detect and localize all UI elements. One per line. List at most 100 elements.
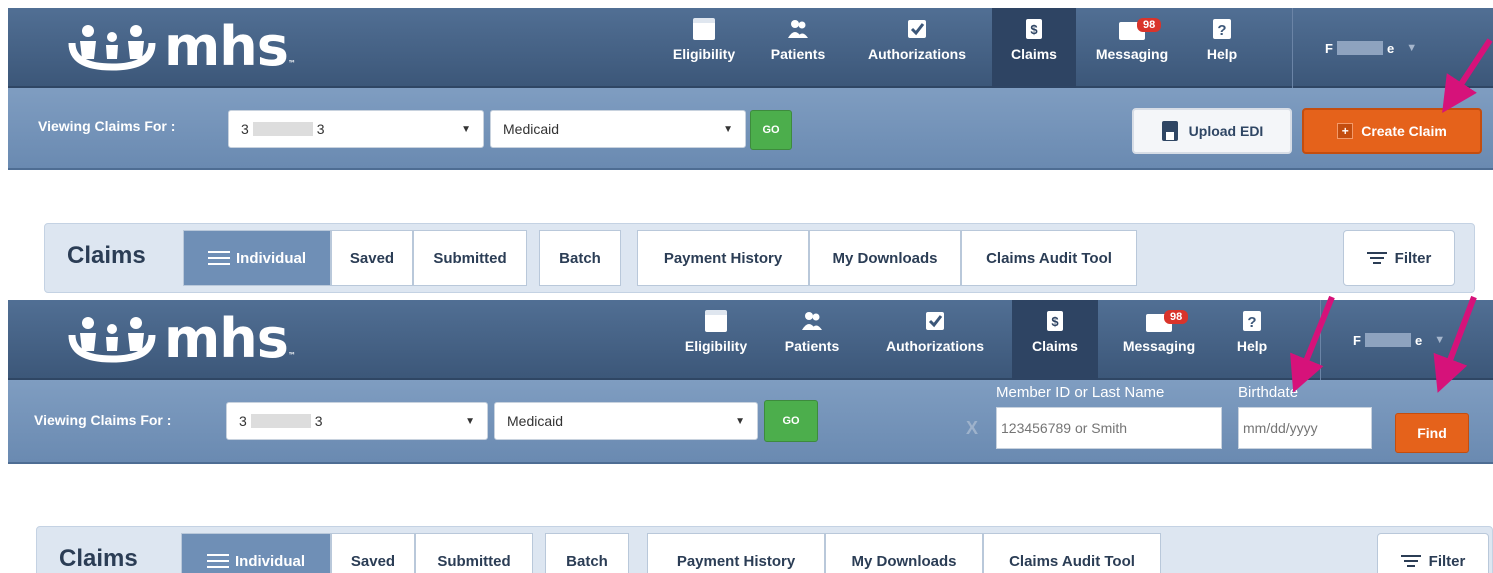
plan-select[interactable]: Medicaid ▼ <box>490 110 746 148</box>
nav-patients[interactable]: Patients <box>760 8 836 88</box>
nav-eligibility-label: Eligibility <box>684 338 748 354</box>
clear-search-button[interactable]: X <box>966 418 978 439</box>
upload-edi-button[interactable]: Upload EDI <box>1132 108 1292 154</box>
mhs-logo[interactable]: mhs ™ <box>66 312 296 366</box>
family-logo-icon <box>68 317 156 363</box>
claims-subbar: Viewing Claims For : 3 3 ▼ Medicaid ▼ GO… <box>8 380 1493 464</box>
tab-submitted[interactable]: Submitted <box>415 533 533 573</box>
calendar-icon <box>705 310 727 332</box>
nav-eligibility[interactable]: Eligibility <box>674 300 758 380</box>
plan-value: Medicaid <box>507 413 564 429</box>
viewing-claims-label: Viewing Claims For : <box>38 118 176 134</box>
tab-my-downloads[interactable]: My Downloads <box>809 230 961 286</box>
tab-individual-label: Individual <box>235 249 306 267</box>
plan-select[interactable]: Medicaid ▼ <box>494 402 758 440</box>
list-icon <box>207 251 230 265</box>
redacted-account <box>252 122 313 136</box>
find-button[interactable]: Find <box>1395 413 1469 453</box>
tab-batch[interactable]: Batch <box>539 230 621 286</box>
nav-help-label: Help <box>1206 46 1238 62</box>
user-suffix: e <box>1386 40 1395 56</box>
nav-eligibility-label: Eligibility <box>672 46 736 62</box>
nav-claims[interactable]: $ Claims <box>992 8 1076 88</box>
claims-tabs-bar: Claims Individual Saved Submitted Batch … <box>44 223 1475 293</box>
nav-help-label: Help <box>1236 338 1268 354</box>
tab-individual[interactable]: Individual <box>183 230 331 286</box>
top-navbar: mhs ™ Eligibility Patients Authorization… <box>8 8 1493 88</box>
mhs-logo[interactable]: mhs ™ <box>66 15 296 78</box>
birthdate-input[interactable] <box>1238 407 1372 449</box>
message-count-badge: 98 <box>1164 310 1189 324</box>
question-icon: ? <box>1213 19 1231 39</box>
select-arrow-icon: ▼ <box>461 123 471 135</box>
user-suffix: e <box>1414 332 1423 348</box>
claims-section-title: Claims <box>59 545 138 572</box>
provider-select[interactable]: 3 3 ▼ <box>226 402 488 440</box>
nav-claims-label: Claims <box>1032 338 1078 354</box>
envelope-icon: 98 <box>1146 310 1189 332</box>
nav-messaging-label: Messaging <box>1122 338 1196 354</box>
user-menu[interactable]: F e ▼ <box>1320 300 1493 380</box>
screenshot-panel-top: mhs ™ Eligibility Patients Authorization… <box>0 0 1493 297</box>
checkbox-icon <box>926 312 944 330</box>
create-claim-button[interactable]: + Create Claim <box>1302 108 1482 154</box>
nav-authorizations[interactable]: Authorizations <box>868 300 1002 380</box>
account-prefix: 3 <box>239 413 247 429</box>
filter-button[interactable]: Filter <box>1377 533 1489 573</box>
nav-claims[interactable]: $ Claims <box>1012 300 1098 380</box>
tab-saved[interactable]: Saved <box>331 533 415 573</box>
account-suffix: 3 <box>316 121 325 137</box>
trademark-mark: ™ <box>287 59 296 68</box>
viewing-claims-label: Viewing Claims For : <box>34 412 172 428</box>
tab-claims-audit-tool[interactable]: Claims Audit Tool <box>961 230 1137 286</box>
message-count-badge: 98 <box>1137 18 1162 32</box>
account-suffix: 3 <box>314 413 323 429</box>
nav-authorizations[interactable]: Authorizations <box>850 8 984 88</box>
select-arrow-icon: ▼ <box>723 123 733 135</box>
tab-individual[interactable]: Individual <box>181 533 331 573</box>
nav-eligibility[interactable]: Eligibility <box>662 8 746 88</box>
tab-claims-audit-tool[interactable]: Claims Audit Tool <box>983 533 1161 573</box>
member-search-input[interactable] <box>996 407 1222 449</box>
nav-messaging[interactable]: 98 Messaging <box>1088 8 1176 88</box>
go-button[interactable]: GO <box>764 400 818 442</box>
dollar-icon: $ <box>1047 311 1063 331</box>
tab-saved[interactable]: Saved <box>331 230 413 286</box>
redacted-username <box>1364 333 1411 347</box>
birthdate-label: Birthdate <box>1238 384 1299 401</box>
claims-tabs-bar: Claims Individual Saved Submitted Batch … <box>36 526 1493 573</box>
nav-authorizations-label: Authorizations <box>868 46 966 62</box>
patients-icon <box>788 20 808 38</box>
nav-messaging[interactable]: 98 Messaging <box>1112 300 1206 380</box>
redacted-username <box>1336 41 1383 55</box>
filter-label: Filter <box>1428 552 1466 570</box>
plan-value: Medicaid <box>503 121 560 137</box>
add-icon: + <box>1337 123 1354 139</box>
nav-help[interactable]: ? Help <box>1222 300 1282 380</box>
svg-text:$: $ <box>1051 314 1059 329</box>
svg-text:?: ? <box>1217 22 1226 39</box>
provider-select[interactable]: 3 3 ▼ <box>228 110 484 148</box>
claims-subbar: Viewing Claims For : 3 3 ▼ Medicaid ▼ GO… <box>8 88 1493 170</box>
nav-authorizations-label: Authorizations <box>886 338 984 354</box>
nav-patients[interactable]: Patients <box>774 300 850 380</box>
nav-patients-label: Patients <box>784 338 840 354</box>
screenshot-panel-bottom: mhs ™ Eligibility Patients Authorization… <box>0 297 1493 573</box>
create-claim-label: Create Claim <box>1361 123 1447 139</box>
tab-submitted[interactable]: Submitted <box>413 230 527 286</box>
tab-batch[interactable]: Batch <box>545 533 629 573</box>
tab-my-downloads[interactable]: My Downloads <box>825 533 983 573</box>
user-menu[interactable]: F e ▼ <box>1292 8 1492 88</box>
tab-payment-history[interactable]: Payment History <box>637 230 809 286</box>
family-logo-icon <box>68 25 156 71</box>
filter-button[interactable]: Filter <box>1343 230 1455 286</box>
logo-text: mhs <box>164 15 289 78</box>
filter-icon <box>1366 252 1387 264</box>
filter-icon <box>1400 555 1421 567</box>
calendar-icon <box>693 18 715 40</box>
user-initial: F <box>1325 40 1333 56</box>
user-initial: F <box>1353 332 1361 348</box>
tab-payment-history[interactable]: Payment History <box>647 533 825 573</box>
nav-help[interactable]: ? Help <box>1192 8 1252 88</box>
go-button[interactable]: GO <box>750 110 792 150</box>
